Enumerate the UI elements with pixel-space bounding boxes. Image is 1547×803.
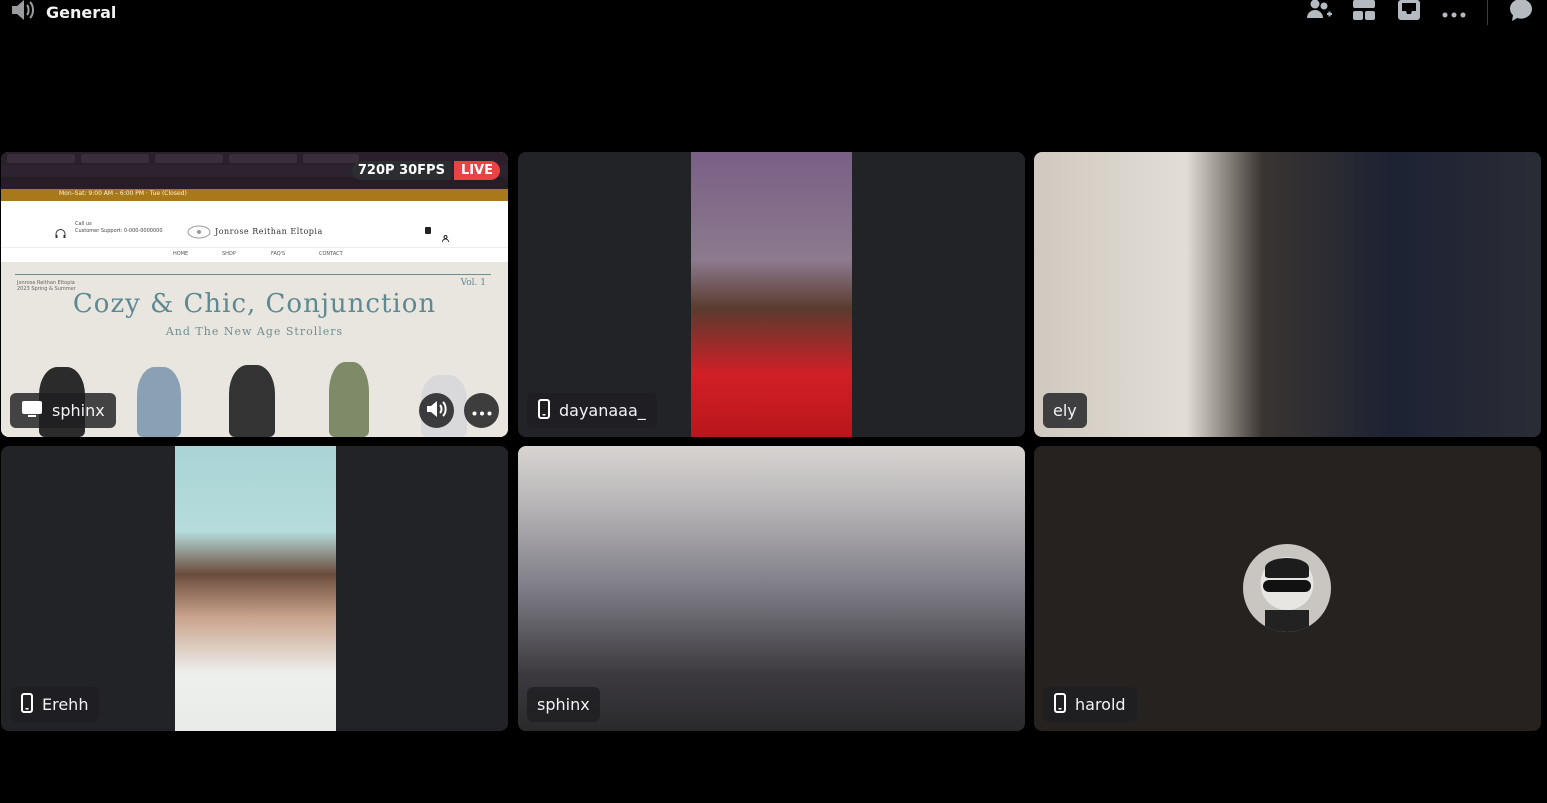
speaker-icon (426, 400, 448, 422)
nav-shop: SHOP (222, 251, 236, 257)
brand-name: Jonrose Reithan Eltopia (215, 227, 323, 236)
video-tile-ely[interactable]: ely (1034, 152, 1541, 437)
hero-divider (15, 274, 491, 275)
shared-tab (229, 154, 297, 163)
toolbar-divider (1487, 0, 1488, 25)
chat-bubble-icon (1509, 0, 1533, 26)
chat-button[interactable] (1509, 0, 1533, 24)
shared-tab (7, 154, 75, 163)
top-bar: General (0, 0, 1547, 26)
phone-icon (21, 692, 33, 717)
banner-text: Mon–Sat: 9:00 AM – 6:00 PM · Tue (Closed… (59, 190, 187, 197)
more-options-button[interactable] (1442, 0, 1466, 24)
video-tile-harold[interactable]: harold (1034, 446, 1541, 731)
hero-subtitle: And The New Age Strollers (165, 325, 344, 338)
nameplate: Erehh (10, 687, 100, 722)
brand-logo-icon (187, 224, 211, 243)
shared-tab (81, 154, 149, 163)
nameplate: sphinx (10, 393, 116, 428)
inbox-button[interactable] (1397, 0, 1421, 24)
model-image (137, 367, 181, 437)
grid-icon (1352, 0, 1376, 25)
stream-more-button[interactable] (464, 393, 499, 428)
speaker-icon (10, 0, 36, 25)
hero-title: Cozy & Chic, Conjunction (72, 289, 437, 319)
ellipsis-icon (472, 401, 492, 420)
add-people-button[interactable] (1306, 0, 1332, 26)
grid-layout-button[interactable] (1352, 0, 1376, 24)
video-tile-sphinx[interactable]: sphinx (518, 446, 1025, 731)
shared-tab (155, 154, 223, 163)
shared-site-nav: HOME SHOP FAQ'S CONTACT (1, 247, 508, 262)
participant-name: sphinx (537, 695, 590, 714)
phone-icon (538, 398, 550, 423)
nameplate: dayanaaa_ (527, 393, 657, 428)
video-tile-erehh[interactable]: Erehh (1, 446, 508, 731)
inbox-icon (1397, 0, 1421, 25)
user-icon (442, 227, 449, 246)
nameplate: sphinx (527, 687, 600, 722)
nameplate: harold (1043, 687, 1137, 722)
camera-feed (175, 446, 336, 731)
live-badge: LIVE (453, 161, 500, 180)
shared-site-banner: Mon–Sat: 9:00 AM – 6:00 PM · Tue (Closed… (1, 189, 508, 201)
model-image (229, 365, 275, 437)
shared-tab (303, 154, 359, 163)
stream-tile-sphinx-screen[interactable]: Mon–Sat: 9:00 AM – 6:00 PM · Tue (Closed… (1, 152, 508, 437)
stream-quality-badge: 720P 30FPS (351, 161, 451, 180)
nav-contact: CONTACT (319, 251, 343, 257)
phone-icon (1054, 692, 1066, 717)
model-image (329, 362, 369, 437)
stream-volume-button[interactable] (419, 393, 454, 428)
hero-volume: Vol. 1 (460, 278, 486, 288)
bag-icon (425, 227, 431, 234)
avatar (1243, 544, 1331, 632)
channel-name: General (46, 2, 117, 22)
nav-home: HOME (173, 251, 189, 257)
participant-name: Erehh (42, 695, 89, 714)
headset-icon (55, 225, 66, 244)
shared-site-header: Call us Customer Support: 0-000-0000000 … (1, 201, 508, 247)
camera-feed (1034, 152, 1541, 437)
ellipsis-icon (1442, 3, 1466, 22)
camera-feed (691, 152, 852, 437)
participant-name: sphinx (52, 401, 105, 420)
participant-name: dayanaaa_ (559, 401, 646, 420)
support-text: Call us Customer Support: 0-000-0000000 (75, 221, 163, 234)
nameplate: ely (1043, 393, 1087, 428)
nav-faqs: FAQ'S (271, 251, 286, 257)
screen-share-icon (21, 400, 43, 422)
video-tile-dayanaaa[interactable]: dayanaaa_ (518, 152, 1025, 437)
call-toolbar (1286, 0, 1533, 26)
participant-name: harold (1075, 695, 1126, 714)
participant-name: ely (1053, 401, 1077, 420)
person-plus-icon (1306, 0, 1332, 26)
channel-header: General (10, 0, 116, 24)
stream-badges: 720P 30FPS LIVE (351, 161, 500, 180)
